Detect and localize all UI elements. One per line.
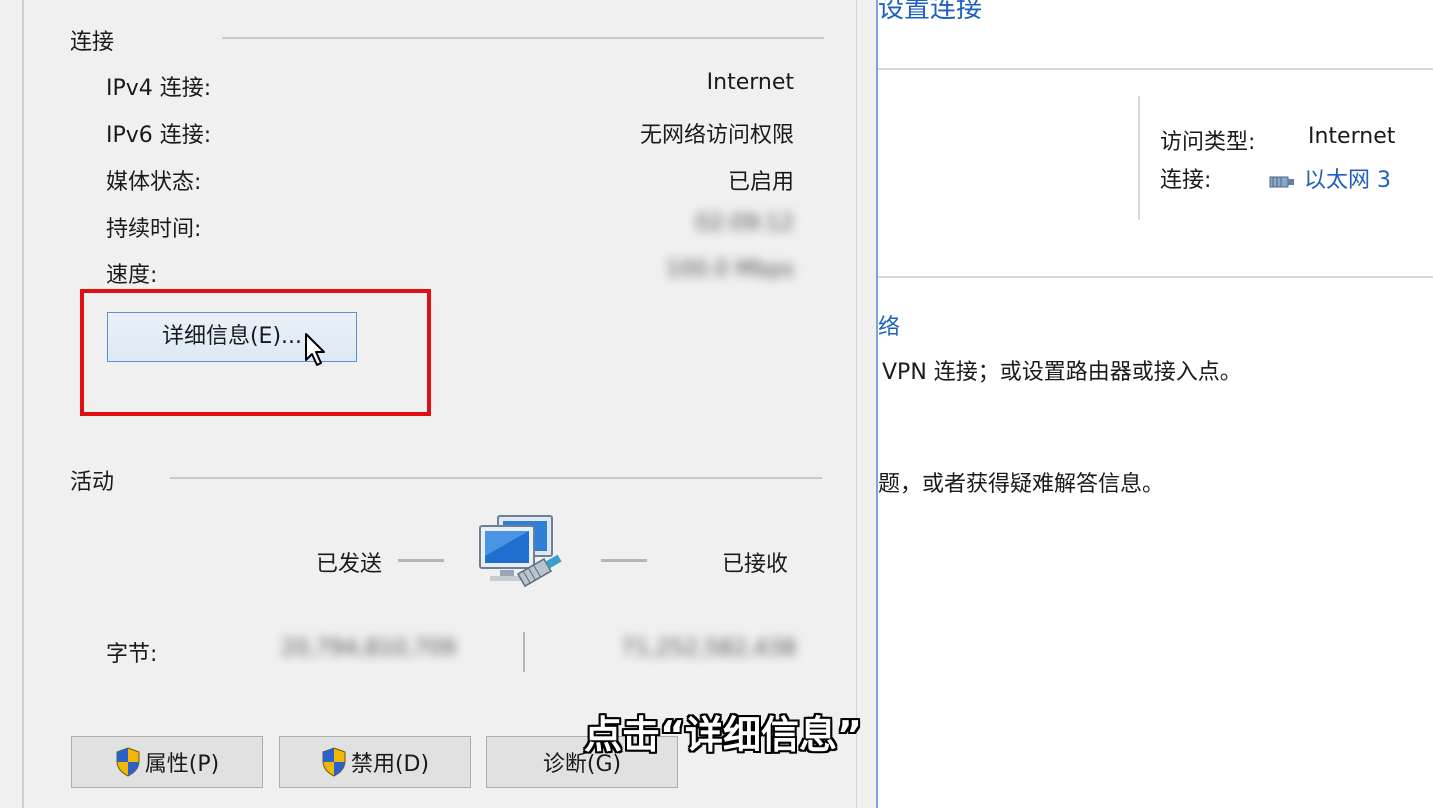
setup-connection-heading[interactable]: 设置连接 — [878, 0, 982, 25]
uac-shield-icon — [322, 747, 346, 777]
uac-shield-icon — [116, 747, 140, 777]
received-label: 已接收 — [722, 552, 789, 577]
ethernet-link-label: 以太网 3 — [1304, 168, 1391, 193]
highlight-box — [80, 289, 431, 416]
bytes-received-value: 71,252,582,438 — [621, 636, 796, 661]
ipv6-label: IPv6 连接: — [106, 123, 212, 148]
network-heading[interactable]: 络 — [878, 309, 900, 341]
troubleshoot-description: 题，或者获得疑难解答信息。 — [878, 472, 1165, 497]
disable-button-label: 禁用(D) — [350, 752, 430, 777]
network-computers-icon — [479, 515, 562, 588]
properties-button-label: 属性(P) — [144, 752, 220, 777]
speed-value: 100.0 Mbps — [665, 257, 794, 282]
bytes-divider — [523, 632, 525, 672]
ethernet-icon — [1269, 176, 1294, 188]
bytes-sent-value: 20,794,810,709 — [281, 636, 456, 661]
mouse-cursor-icon — [305, 333, 325, 366]
dialog-border — [856, 0, 878, 808]
ipv4-value: Internet — [706, 70, 794, 95]
disable-button[interactable]: 禁用(D) — [279, 736, 471, 788]
access-type-label: 访问类型: — [1160, 130, 1256, 155]
speed-label: 速度: — [106, 263, 158, 288]
duration-value: 02:09:12 — [695, 211, 794, 236]
ipv6-value: 无网络访问权限 — [639, 123, 794, 148]
group-divider — [170, 477, 822, 479]
divider — [878, 68, 1433, 70]
video-caption: 点击“详细信息” — [584, 713, 862, 757]
duration-label: 持续时间: — [106, 217, 202, 242]
access-type-value: Internet — [1308, 124, 1396, 149]
ethernet-status-dialog: 连接 IPv4 连接: Internet IPv6 连接: 无网络访问权限 媒体… — [0, 0, 878, 808]
divider — [878, 276, 1433, 278]
ethernet-link[interactable]: 以太网 3 — [1268, 162, 1391, 194]
connection-label: 连接: — [1160, 168, 1212, 193]
media-state-value: 已启用 — [727, 170, 794, 195]
network-sharing-window: 设置连接 访问类型: Internet 连接: 以太网 3 络 VPN 连接；或… — [878, 0, 1433, 808]
bytes-label: 字节: — [106, 642, 158, 667]
properties-button[interactable]: 属性(P) — [71, 736, 263, 788]
vpn-description: VPN 连接；或设置路由器或接入点。 — [882, 360, 1242, 385]
connection-group-label: 连接 — [70, 30, 115, 55]
sent-label: 已发送 — [316, 552, 383, 577]
media-state-label: 媒体状态: — [106, 170, 202, 195]
divider-vertical — [1138, 96, 1140, 220]
dialog-border — [22, 0, 24, 808]
received-dash — [601, 559, 647, 562]
ipv4-label: IPv4 连接: — [106, 76, 212, 101]
group-divider — [222, 37, 824, 39]
sent-dash — [398, 559, 444, 562]
activity-group-label: 活动 — [70, 470, 115, 495]
